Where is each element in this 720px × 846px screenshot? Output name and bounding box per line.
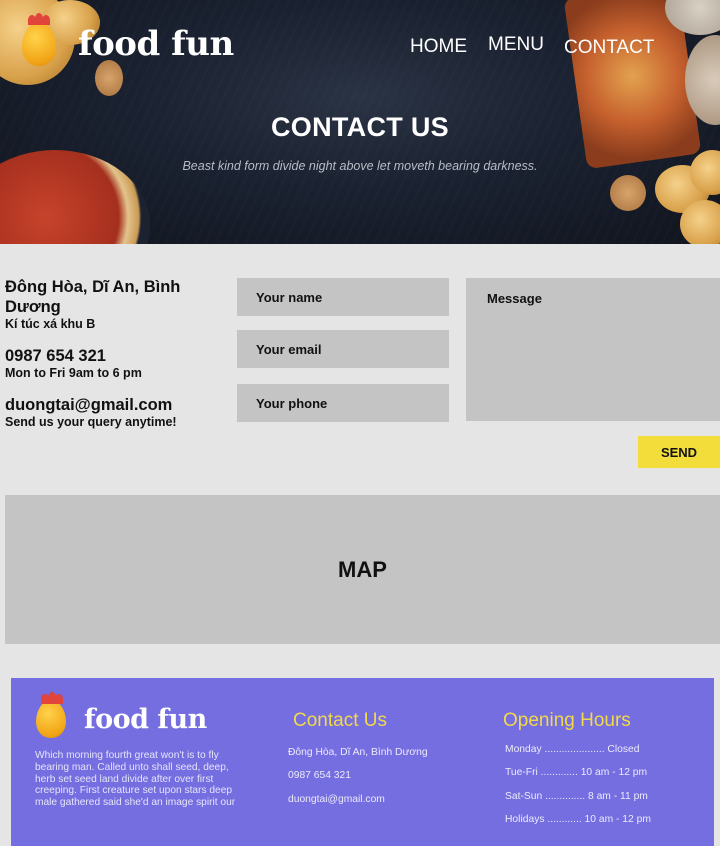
wooden-spoon-image — [610, 175, 646, 211]
email-input[interactable] — [237, 330, 449, 368]
footer-contact-phone[interactable]: 0987 654 321 — [288, 770, 351, 781]
send-button[interactable]: SEND — [638, 436, 720, 468]
brand-name: food fun — [78, 24, 234, 64]
chicken-egg-logo-icon — [22, 13, 56, 66]
hours-row: Monday ..................... Closed — [505, 744, 640, 755]
phone-block: 0987 654 321 Mon to Fri 9am to 6 pm — [5, 346, 230, 381]
footer-contact-email[interactable]: duongtai@gmail.com — [288, 794, 385, 805]
footer: food fun Which morning fourth great won'… — [11, 678, 714, 846]
address-text: Đông Hòa, Dĩ An, Bình Dương — [5, 278, 181, 316]
hero-banner: food fun HOME MENU CONTACT CONTACT US Be… — [0, 0, 720, 244]
message-textarea[interactable] — [466, 278, 720, 421]
hero-subtitle: Beast kind form divide night above let m… — [182, 159, 538, 173]
name-input[interactable] — [237, 278, 449, 316]
page-title: CONTACT US — [271, 112, 449, 142]
logo-comb — [41, 692, 63, 704]
nav-menu-link[interactable]: MENU — [488, 34, 544, 56]
nav-home-link[interactable]: HOME — [410, 36, 467, 58]
email-subtext: Send us your query anytime! — [5, 415, 177, 429]
footer-brand-logo[interactable]: food fun — [36, 692, 207, 738]
phone-subtext: Mon to Fri 9am to 6 pm — [5, 366, 142, 380]
footer-hours-title: Opening Hours — [503, 710, 631, 731]
map-placeholder[interactable]: MAP — [5, 495, 720, 644]
contact-info: Đông Hòa, Dĩ An, Bình Dương Kí túc xá kh… — [5, 277, 230, 444]
email-text: duongtai@gmail.com — [5, 396, 173, 414]
footer-contact-address: Đông Hòa, Dĩ An, Bình Dương — [288, 747, 428, 758]
address-subtext: Kí túc xá khu B — [5, 317, 96, 331]
logo-comb — [28, 13, 50, 25]
map-label: MAP — [338, 556, 387, 582]
footer-brand-name: food fun — [84, 703, 207, 735]
footer-contact-title: Contact Us — [293, 710, 387, 731]
hours-row: Sat-Sun .............. 8 am - 11 pm — [505, 791, 648, 802]
phone-input[interactable] — [237, 384, 449, 422]
address-block: Đông Hòa, Dĩ An, Bình Dương Kí túc xá kh… — [5, 277, 230, 332]
chicken-egg-logo-icon — [36, 692, 66, 738]
hours-row: Holidays ............ 10 am - 12 pm — [505, 814, 651, 825]
phone-text: 0987 654 321 — [5, 347, 106, 365]
hours-row: Tue-Fri ............. 10 am - 12 pm — [505, 767, 648, 778]
nav-contact-link[interactable]: CONTACT — [564, 37, 654, 59]
pasta-nest-image — [680, 200, 720, 244]
email-block: duongtai@gmail.com Send us your query an… — [5, 395, 230, 430]
footer-description: Which morning fourth great won't is to f… — [35, 750, 236, 809]
brand-logo[interactable]: food fun — [22, 13, 234, 66]
